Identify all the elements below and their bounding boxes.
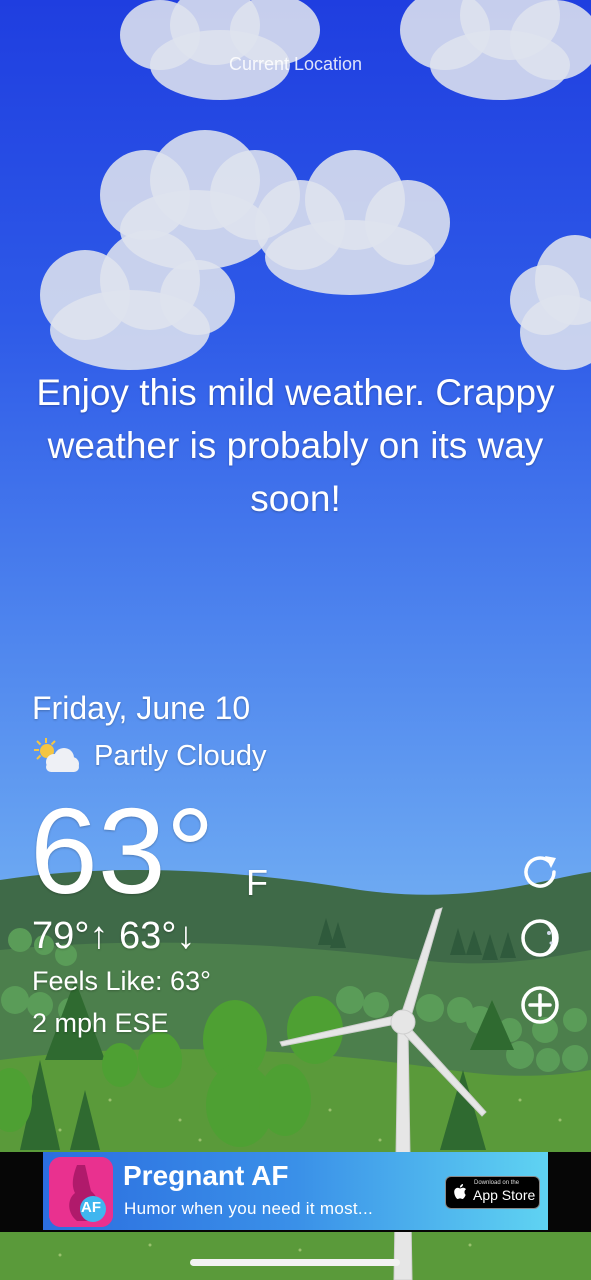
temperature-unit[interactable]: F bbox=[246, 862, 268, 904]
ad-title: Pregnant AF bbox=[123, 1160, 289, 1191]
refresh-icon[interactable] bbox=[518, 850, 562, 894]
date-label: Friday, June 10 bbox=[32, 690, 251, 726]
apple-icon bbox=[454, 1184, 466, 1199]
condition-label: Partly Cloudy bbox=[94, 739, 267, 772]
wind-label: 2 mph ESE bbox=[32, 1008, 169, 1038]
store-badge-text: App Store bbox=[473, 1187, 536, 1203]
store-badge-small-text: Download on the bbox=[474, 1180, 520, 1186]
moon-phase-icon[interactable] bbox=[518, 916, 562, 960]
app-icon: AF bbox=[49, 1157, 113, 1227]
app-store-badge[interactable]: Download on the App Store bbox=[445, 1176, 540, 1209]
home-indicator[interactable] bbox=[190, 1259, 400, 1266]
current-temperature: 63° bbox=[30, 783, 215, 919]
condition-row: Partly Cloudy bbox=[32, 736, 266, 776]
feels-like-label: Feels Like: 63° bbox=[32, 966, 211, 996]
add-circle-icon[interactable] bbox=[518, 983, 562, 1027]
landscape-illustration bbox=[0, 869, 591, 1280]
partly-cloudy-icon bbox=[34, 738, 79, 772]
ad-subtitle: Humor when you need it most... bbox=[124, 1199, 374, 1218]
high-low-temperature: 79°↑ 63°↓ bbox=[32, 915, 196, 957]
ad-content[interactable]: AF Pregnant AF Humor when you need it mo… bbox=[43, 1152, 548, 1230]
weather-app: Current Location Enjoy this mild weather… bbox=[0, 0, 591, 1280]
weather-message: Enjoy this mild weather. Crappy weather … bbox=[36, 372, 555, 519]
ad-banner[interactable]: AF Pregnant AF Humor when you need it mo… bbox=[0, 1152, 591, 1232]
app-icon-text: AF bbox=[81, 1199, 101, 1216]
location-label[interactable]: Current Location bbox=[0, 54, 591, 75]
